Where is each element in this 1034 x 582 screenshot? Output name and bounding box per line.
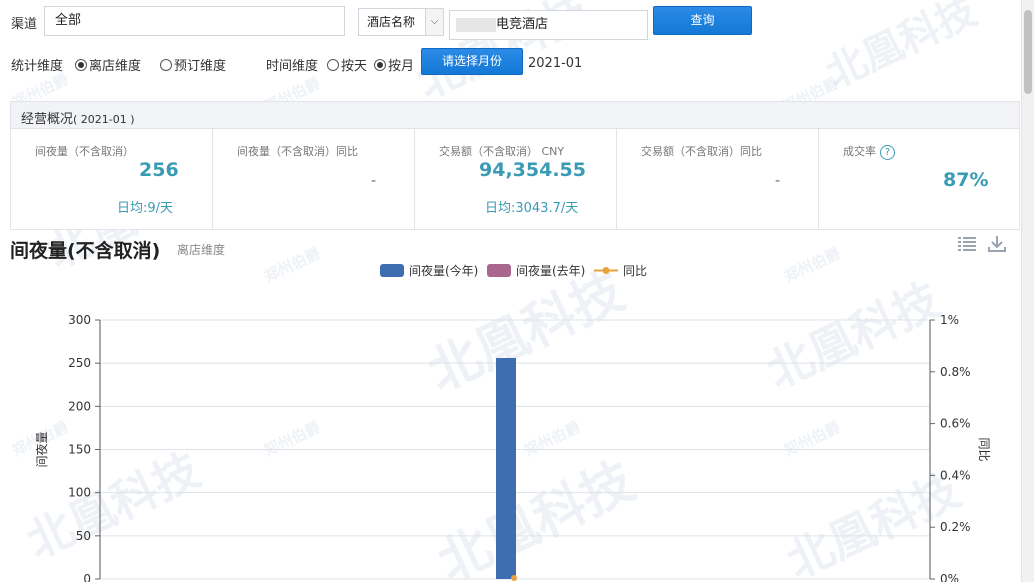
y2-tick-label: 0% [940, 572, 959, 582]
y2-axis-label: 同比 [977, 437, 991, 461]
y-tick-label: 0 [83, 572, 91, 582]
scrollbar-thumb[interactable] [1024, 10, 1032, 94]
y-tick-label: 150 [68, 443, 91, 457]
y2-tick-label: 1% [940, 313, 959, 327]
y2-tick-label: 0.4% [940, 468, 971, 482]
y-axis-label: 间夜量 [34, 431, 49, 467]
y-tick-label: 300 [68, 313, 91, 327]
y2-tick-label: 0.8% [940, 365, 971, 379]
y-tick-label: 250 [68, 356, 91, 370]
page-scrollbar[interactable] [1021, 0, 1034, 582]
y-tick-label: 200 [68, 399, 91, 413]
room-nights-chart: 0 50 100 150 200 250 300 0% 0.2% 0.4% 0.6% 0.8% 1% 间夜… [34, 313, 991, 582]
y-tick-label: 50 [76, 529, 91, 543]
y2-tick-label: 0.6% [940, 417, 971, 431]
y-tick-label: 100 [68, 486, 91, 500]
yoy-point [511, 575, 517, 581]
y2-tick-label: 0.2% [940, 520, 971, 534]
bar-this-year [496, 357, 516, 579]
